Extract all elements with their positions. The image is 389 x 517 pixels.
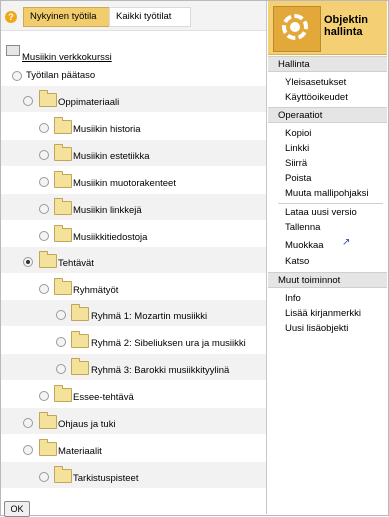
menu-item-poista[interactable]: Poista	[285, 173, 311, 184]
help-icon[interactable]: ?	[5, 11, 17, 23]
radio-button[interactable]	[39, 123, 49, 133]
folder-icon	[54, 171, 72, 188]
panel-header: Objektin hallinta	[268, 1, 387, 55]
external-edit-icon[interactable]: ↗	[342, 238, 352, 248]
tree-row-tarkistuspisteet[interactable]: Tarkistuspisteet	[1, 462, 266, 488]
panel-title: Objektin hallinta	[324, 14, 369, 38]
tree-row-tiedostoja[interactable]: Musiikkitiedostoja	[1, 221, 266, 247]
tree-row-essee[interactable]: Essee-tehtävä	[1, 381, 266, 407]
tree-label: Tarkistuspisteet	[73, 473, 139, 484]
menu-item-muuta-mallipohjaksi[interactable]: Muuta mallipohjaksi	[285, 188, 368, 199]
tree-label: Musiikin linkkejä	[73, 205, 142, 216]
menu-item-katso[interactable]: Katso	[285, 256, 309, 267]
folder-icon	[54, 385, 72, 402]
tree-label: Ryhmä 1: Mozartin musiikki	[91, 311, 208, 322]
document-icon	[6, 45, 20, 56]
section-header-muut-toiminnot: Muut toiminnot	[268, 272, 387, 288]
folder-icon	[39, 412, 57, 429]
radio-button[interactable]	[39, 391, 49, 401]
menu-item-lisaa-kirjanmerkki[interactable]: Lisää kirjanmerkki	[285, 308, 361, 319]
tree-label: Musiikkitiedostoja	[73, 232, 148, 243]
folder-icon	[54, 225, 72, 242]
menu-item-kayttooikeudet[interactable]: Käyttöoikeudet	[285, 92, 348, 103]
radio-button[interactable]	[23, 418, 33, 428]
radio-button[interactable]	[23, 445, 33, 455]
tree-label: Ryhmä 3: Barokki musiikkityylinä	[91, 365, 230, 376]
ok-button[interactable]: OK	[4, 501, 30, 517]
menu-item-muokkaa[interactable]: Muokkaa	[285, 240, 324, 251]
folder-icon	[54, 278, 72, 295]
course-root-label[interactable]: Musiikin verkkokurssi	[22, 52, 112, 63]
menu-item-lataa-uusi-versio[interactable]: Lataa uusi versio	[285, 207, 357, 218]
tree-row-ryhmatyot[interactable]: Ryhmätyöt	[1, 274, 266, 300]
tree-label: Ohjaus ja tuki	[58, 419, 116, 430]
tree-label: Musiikin estetiikka	[73, 151, 150, 162]
gear-icon	[273, 6, 321, 52]
radio-button[interactable]	[39, 177, 49, 187]
radio-button[interactable]	[56, 364, 66, 374]
folder-icon	[39, 439, 57, 456]
tree-row-linkkeja[interactable]: Musiikin linkkejä	[1, 194, 266, 220]
radio-button[interactable]	[39, 231, 49, 241]
folder-icon	[71, 358, 89, 375]
radio-button[interactable]	[12, 71, 22, 81]
menu-item-siirra[interactable]: Siirrä	[285, 158, 307, 169]
radio-button-selected[interactable]	[23, 257, 33, 267]
menu-separator	[278, 203, 383, 204]
tree-label: Ryhmä 2: Sibeliuksen ura ja musiikki	[91, 338, 246, 349]
tree-row-ryhma2[interactable]: Ryhmä 2: Sibeliuksen ura ja musiikki	[1, 327, 266, 353]
tab-current-workspace[interactable]: Nykyinen työtila	[23, 7, 116, 27]
pane-divider	[266, 1, 267, 514]
folder-icon	[71, 304, 89, 321]
tree-label: Essee-tehtävä	[73, 392, 134, 403]
radio-button[interactable]	[39, 284, 49, 294]
radio-button[interactable]	[23, 96, 33, 106]
folder-icon	[54, 198, 72, 215]
menu-item-uusi-lisaobjekti[interactable]: Uusi lisäobjekti	[285, 323, 348, 334]
folder-icon	[54, 144, 72, 161]
tree-row-ohjaus[interactable]: Ohjaus ja tuki	[1, 408, 266, 434]
tree-label: Oppimateriaali	[58, 97, 120, 108]
object-management-panel: Objektin hallinta Hallinta Yleisasetukse…	[268, 1, 387, 514]
folder-icon	[39, 90, 57, 107]
tree-row-workspace-root[interactable]: Työtilan päätaso	[1, 64, 266, 86]
folder-icon	[71, 331, 89, 348]
menu-item-kopioi[interactable]: Kopioi	[285, 128, 311, 139]
tree-label: Työtilan päätaso	[26, 70, 96, 81]
tree-row-muotorakenteet[interactable]: Musiikin muotorakenteet	[1, 167, 266, 193]
menu-item-linkki[interactable]: Linkki	[285, 143, 309, 154]
tree-row-tehtavat[interactable]: Tehtävät	[1, 247, 266, 273]
tree-row-historia[interactable]: Musiikin historia	[1, 113, 266, 139]
radio-button[interactable]	[56, 337, 66, 347]
folder-icon	[39, 251, 57, 268]
tree-row-materiaalit[interactable]: Materiaalit	[1, 435, 266, 461]
course-root[interactable]: Musiikin verkkokurssi	[1, 43, 266, 63]
folder-icon	[54, 117, 72, 134]
radio-button[interactable]	[39, 204, 49, 214]
section-header-operaatiot: Operaatiot	[268, 107, 387, 123]
section-header-hallinta: Hallinta	[268, 56, 387, 72]
radio-button[interactable]	[39, 150, 49, 160]
tree-label: Ryhmätyöt	[73, 285, 119, 296]
radio-button[interactable]	[56, 310, 66, 320]
tree-label: Musiikin muotorakenteet	[73, 178, 176, 189]
tree-row-ryhma1[interactable]: Ryhmä 1: Mozartin musiikki	[1, 300, 266, 326]
menu-item-info[interactable]: Info	[285, 293, 301, 304]
menu-item-tallenna[interactable]: Tallenna	[285, 222, 320, 233]
tab-bar: ? Nykyinen työtila Kaikki työtilat	[1, 1, 266, 31]
menu-item-yleisasetukset[interactable]: Yleisasetukset	[285, 77, 346, 88]
tree-row-ryhma3[interactable]: Ryhmä 3: Barokki musiikkityylinä	[1, 354, 266, 380]
tab-all-workspaces[interactable]: Kaikki työtilat	[109, 7, 191, 27]
tree-label: Musiikin historia	[73, 124, 141, 135]
tree-row-estetiikka[interactable]: Musiikin estetiikka	[1, 140, 266, 166]
tree-row-oppimateriaali[interactable]: Oppimateriaali	[1, 86, 266, 112]
workspace-tree-pane: ? Nykyinen työtila Kaikki työtilat Musii…	[1, 1, 266, 517]
folder-icon	[54, 466, 72, 483]
radio-button[interactable]	[39, 472, 49, 482]
tree-label: Materiaalit	[58, 446, 102, 457]
tree-label: Tehtävät	[58, 258, 94, 269]
